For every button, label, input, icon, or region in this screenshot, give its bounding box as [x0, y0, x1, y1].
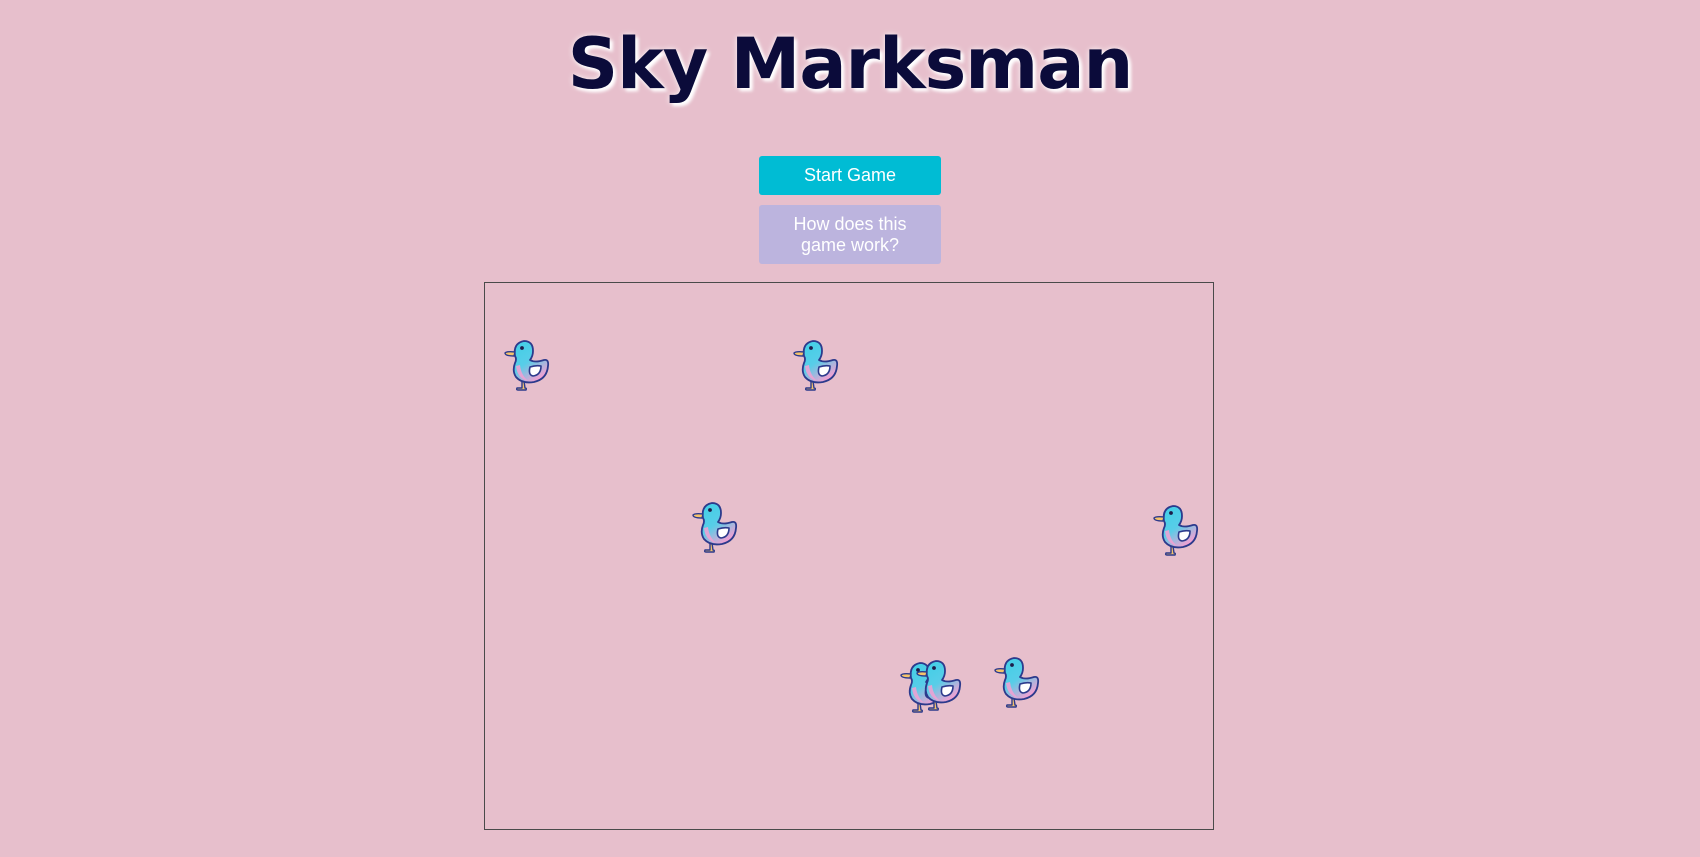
duck-target[interactable]	[690, 498, 740, 554]
duck-icon	[1153, 505, 1199, 556]
how-to-play-label: How does this game work?	[793, 213, 907, 255]
how-to-play-button[interactable]: How does this game work?	[759, 205, 941, 264]
duck-target[interactable]	[791, 336, 841, 392]
duck-icon	[692, 502, 738, 553]
duck-target[interactable]	[1151, 501, 1201, 557]
duck-icon	[504, 340, 550, 391]
duck-icon	[916, 660, 962, 711]
duck-target[interactable]	[992, 653, 1042, 709]
start-game-button[interactable]: Start Game	[759, 156, 941, 195]
game-title: Sky Marksman	[567, 23, 1134, 105]
duck-target[interactable]	[502, 336, 552, 392]
duck-target[interactable]	[914, 656, 964, 712]
duck-icon	[994, 657, 1040, 708]
game-arena[interactable]	[484, 282, 1214, 830]
duck-icon	[793, 340, 839, 391]
